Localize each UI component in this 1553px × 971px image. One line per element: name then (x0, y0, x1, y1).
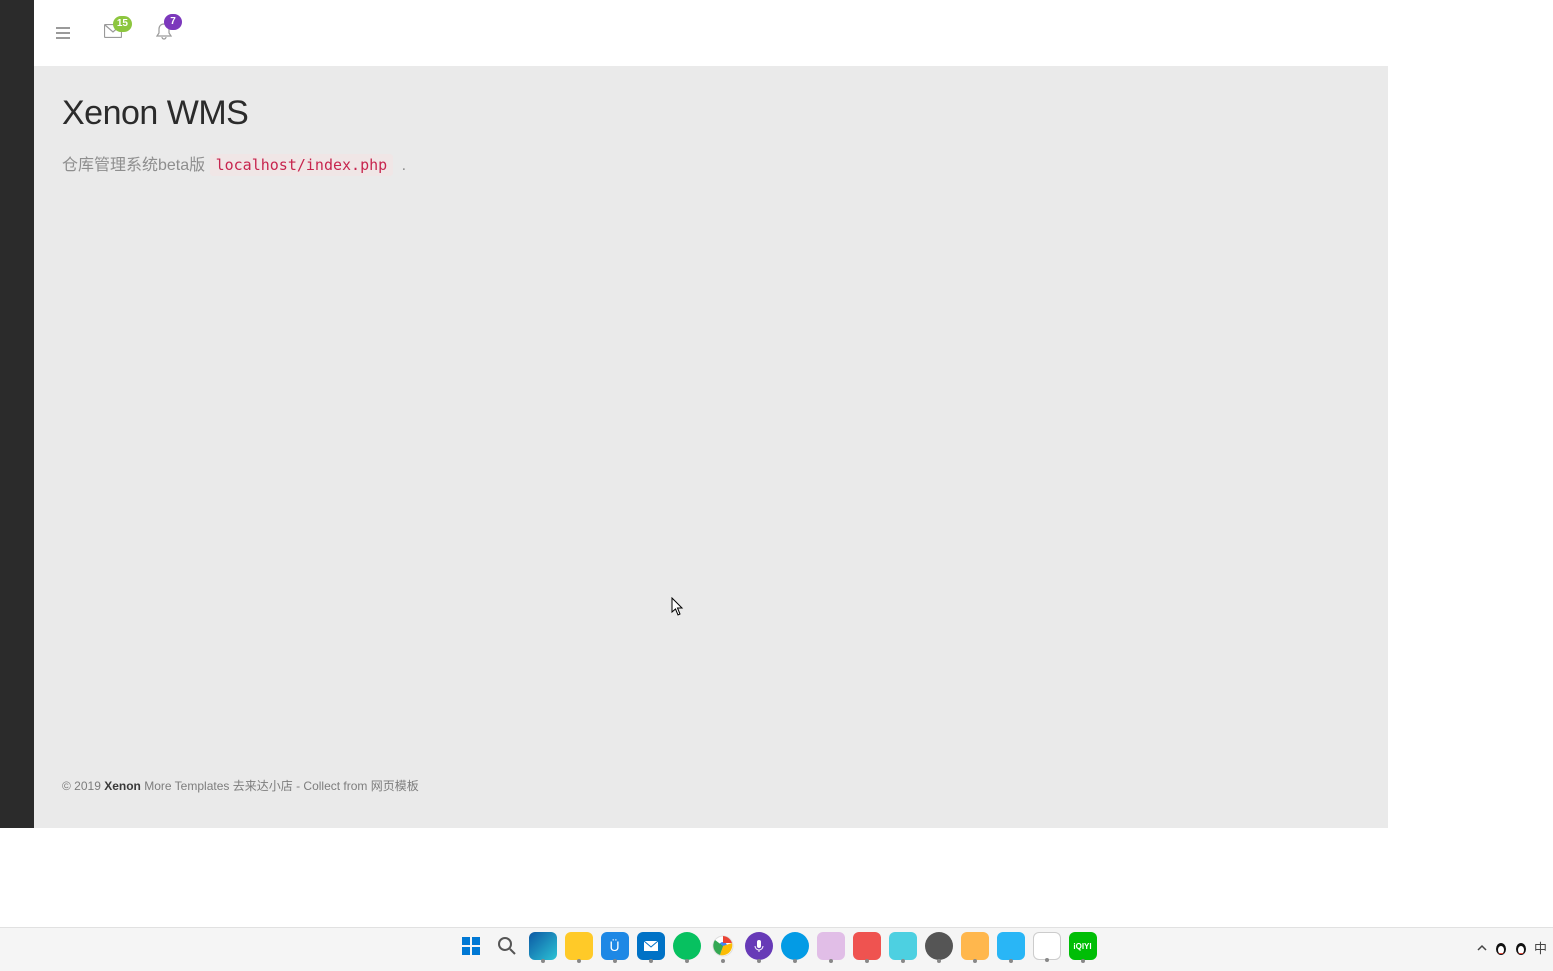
sidebar-collapsed[interactable] (0, 0, 34, 828)
qq-tray-icon-2[interactable] (1514, 941, 1528, 955)
page-subtitle: 仓库管理系统beta版 localhost/index.php . (62, 151, 1360, 175)
taskbar-app-generic-8[interactable] (1033, 932, 1061, 960)
taskbar-app-generic-6[interactable] (925, 932, 953, 960)
taskbar-app-generic-1[interactable]: Ü (601, 932, 629, 960)
taskbar-app-wechat[interactable] (673, 932, 701, 960)
taskbar-app-generic-7[interactable] (961, 932, 989, 960)
ime-indicator[interactable]: 中 (1534, 938, 1547, 957)
footer-brand: Xenon (104, 779, 141, 793)
page-title: Xenon WMS (62, 94, 1360, 133)
main-content: Xenon WMS 仓库管理系统beta版 localhost/index.ph… (34, 66, 1388, 763)
tray-overflow-icon[interactable] (1476, 942, 1488, 954)
taskbar-tray: 中 (1476, 938, 1547, 957)
subtitle-code: localhost/index.php (210, 154, 394, 176)
subtitle-prefix: 仓库管理系统beta版 (62, 157, 210, 174)
taskbar-app-generic-2[interactable] (781, 932, 809, 960)
taskbar-app-generic-4[interactable] (853, 932, 881, 960)
taskbar-app-generic-3[interactable] (817, 932, 845, 960)
start-button[interactable] (457, 932, 485, 960)
taskbar-app-notepad[interactable] (997, 932, 1025, 960)
mail-button[interactable]: 15 (104, 24, 122, 43)
taskbar: Ü iQIYI 中 (0, 927, 1553, 971)
taskbar-app-chrome[interactable] (709, 932, 737, 960)
cursor-icon (671, 597, 685, 617)
footer-link-template[interactable]: 网页模板 (371, 779, 419, 793)
footer: © 2019 Xenon More Templates 去来达小店 - Coll… (34, 763, 1388, 805)
menu-toggle-icon[interactable] (56, 27, 70, 39)
taskbar-app-edge[interactable] (529, 932, 557, 960)
topbar: 15 7 (34, 0, 1388, 66)
footer-text2: - Collect from (293, 779, 371, 793)
search-button[interactable] (493, 932, 521, 960)
subtitle-suffix: . (397, 157, 406, 174)
footer-text1: More Templates (141, 779, 233, 793)
notifications-button[interactable]: 7 (156, 22, 172, 45)
taskbar-center: Ü iQIYI (457, 932, 1097, 960)
footer-link-store[interactable]: 去来达小店 (233, 779, 293, 793)
taskbar-app-generic-5[interactable] (889, 932, 917, 960)
taskbar-app-explorer[interactable] (565, 932, 593, 960)
right-margin (1388, 0, 1553, 828)
taskbar-app-mail[interactable] (637, 932, 665, 960)
qq-tray-icon-1[interactable] (1494, 941, 1508, 955)
taskbar-app-mic[interactable] (745, 932, 773, 960)
notifications-badge: 7 (164, 14, 182, 30)
footer-copyright-prefix: © 2019 (62, 779, 104, 793)
mail-badge: 15 (113, 16, 132, 32)
taskbar-app-iqiyi[interactable]: iQIYI (1069, 932, 1097, 960)
